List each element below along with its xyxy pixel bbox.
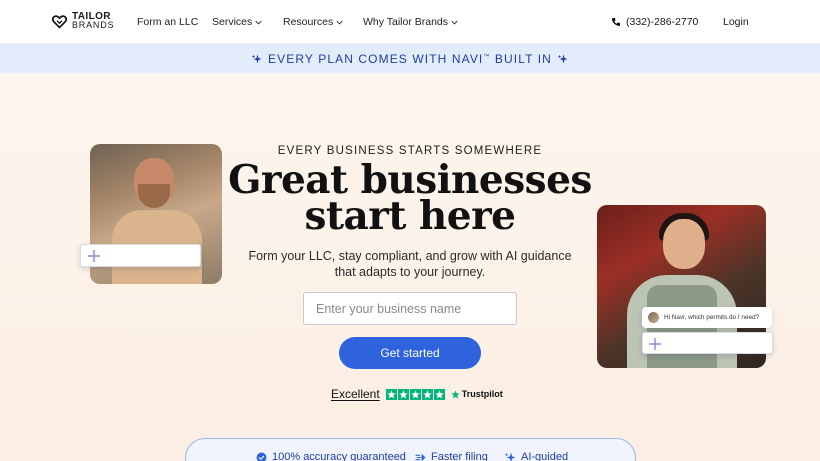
chevron-down-icon — [255, 20, 262, 25]
logo-heart-icon — [51, 14, 68, 29]
hero-subhead: Form your LLC, stay compliant, and grow … — [248, 249, 572, 279]
trustpilot-logo: Trustpilot — [450, 389, 503, 399]
star-icon — [450, 389, 460, 399]
speed-icon — [415, 453, 426, 461]
nav-form-llc[interactable]: Form an LLC — [137, 16, 198, 28]
plus-icon — [88, 250, 100, 262]
hero-eyebrow: EVERY BUSINESS STARTS SOMEWHERE — [277, 145, 543, 157]
plus-icon — [649, 338, 661, 350]
sparkle-icon — [557, 54, 568, 63]
trustpilot-stars — [385, 388, 445, 400]
logo-line-2: BRANDS — [72, 20, 115, 30]
phone-icon — [612, 18, 620, 26]
star-icon — [409, 388, 421, 400]
tailor-brands-logo[interactable]: TAILOR BRANDS — [51, 12, 114, 30]
login-link[interactable]: Login — [723, 16, 749, 28]
chat-bubble-text: Hi Navi, which permits do I need? — [664, 314, 760, 321]
rating-label: Excellent — [331, 387, 380, 401]
trustpilot-rating[interactable]: Excellent Trustpilot — [331, 387, 503, 401]
star-icon — [385, 388, 397, 400]
site-header: TAILOR BRANDS Form an LLC Services Resou… — [0, 0, 820, 44]
chevron-down-icon — [336, 20, 343, 25]
star-icon — [397, 388, 409, 400]
business-name-input[interactable] — [303, 292, 517, 325]
nav-resources[interactable]: Resources — [283, 16, 343, 28]
avatar — [648, 312, 659, 323]
navi-promo-banner[interactable]: EVERY PLAN COMES WITH NAVI™ BUILT IN — [0, 44, 820, 73]
banner-text: EVERY PLAN COMES WITH NAVI™ BUILT IN — [268, 51, 552, 66]
star-icon — [421, 388, 433, 400]
get-started-button[interactable]: Get started — [339, 337, 481, 369]
hero-headline: Great businesses start here — [228, 157, 592, 239]
ai-prompt-card — [80, 244, 201, 267]
star-icon — [433, 388, 445, 400]
chevron-down-icon — [451, 20, 458, 25]
features-strip: 100% accuracy guaranteed Faster filing A… — [185, 438, 636, 461]
sparkle-icon — [505, 452, 516, 461]
feature-ai-guided: AI-guided — [505, 451, 568, 461]
phone-number: (332)-286-2770 — [626, 16, 699, 28]
check-badge-icon — [256, 452, 267, 461]
ai-prompt-card — [642, 332, 773, 354]
sparkle-icon — [252, 54, 262, 63]
nav-services[interactable]: Services — [212, 16, 262, 28]
feature-accuracy: 100% accuracy guaranteed — [256, 451, 406, 461]
chat-bubble: Hi Navi, which permits do I need? — [642, 307, 772, 328]
nav-why-tailor-brands[interactable]: Why Tailor Brands — [363, 16, 458, 28]
phone-link[interactable]: (332)-286-2770 — [611, 16, 698, 28]
feature-faster-filing: Faster filing — [415, 451, 488, 461]
